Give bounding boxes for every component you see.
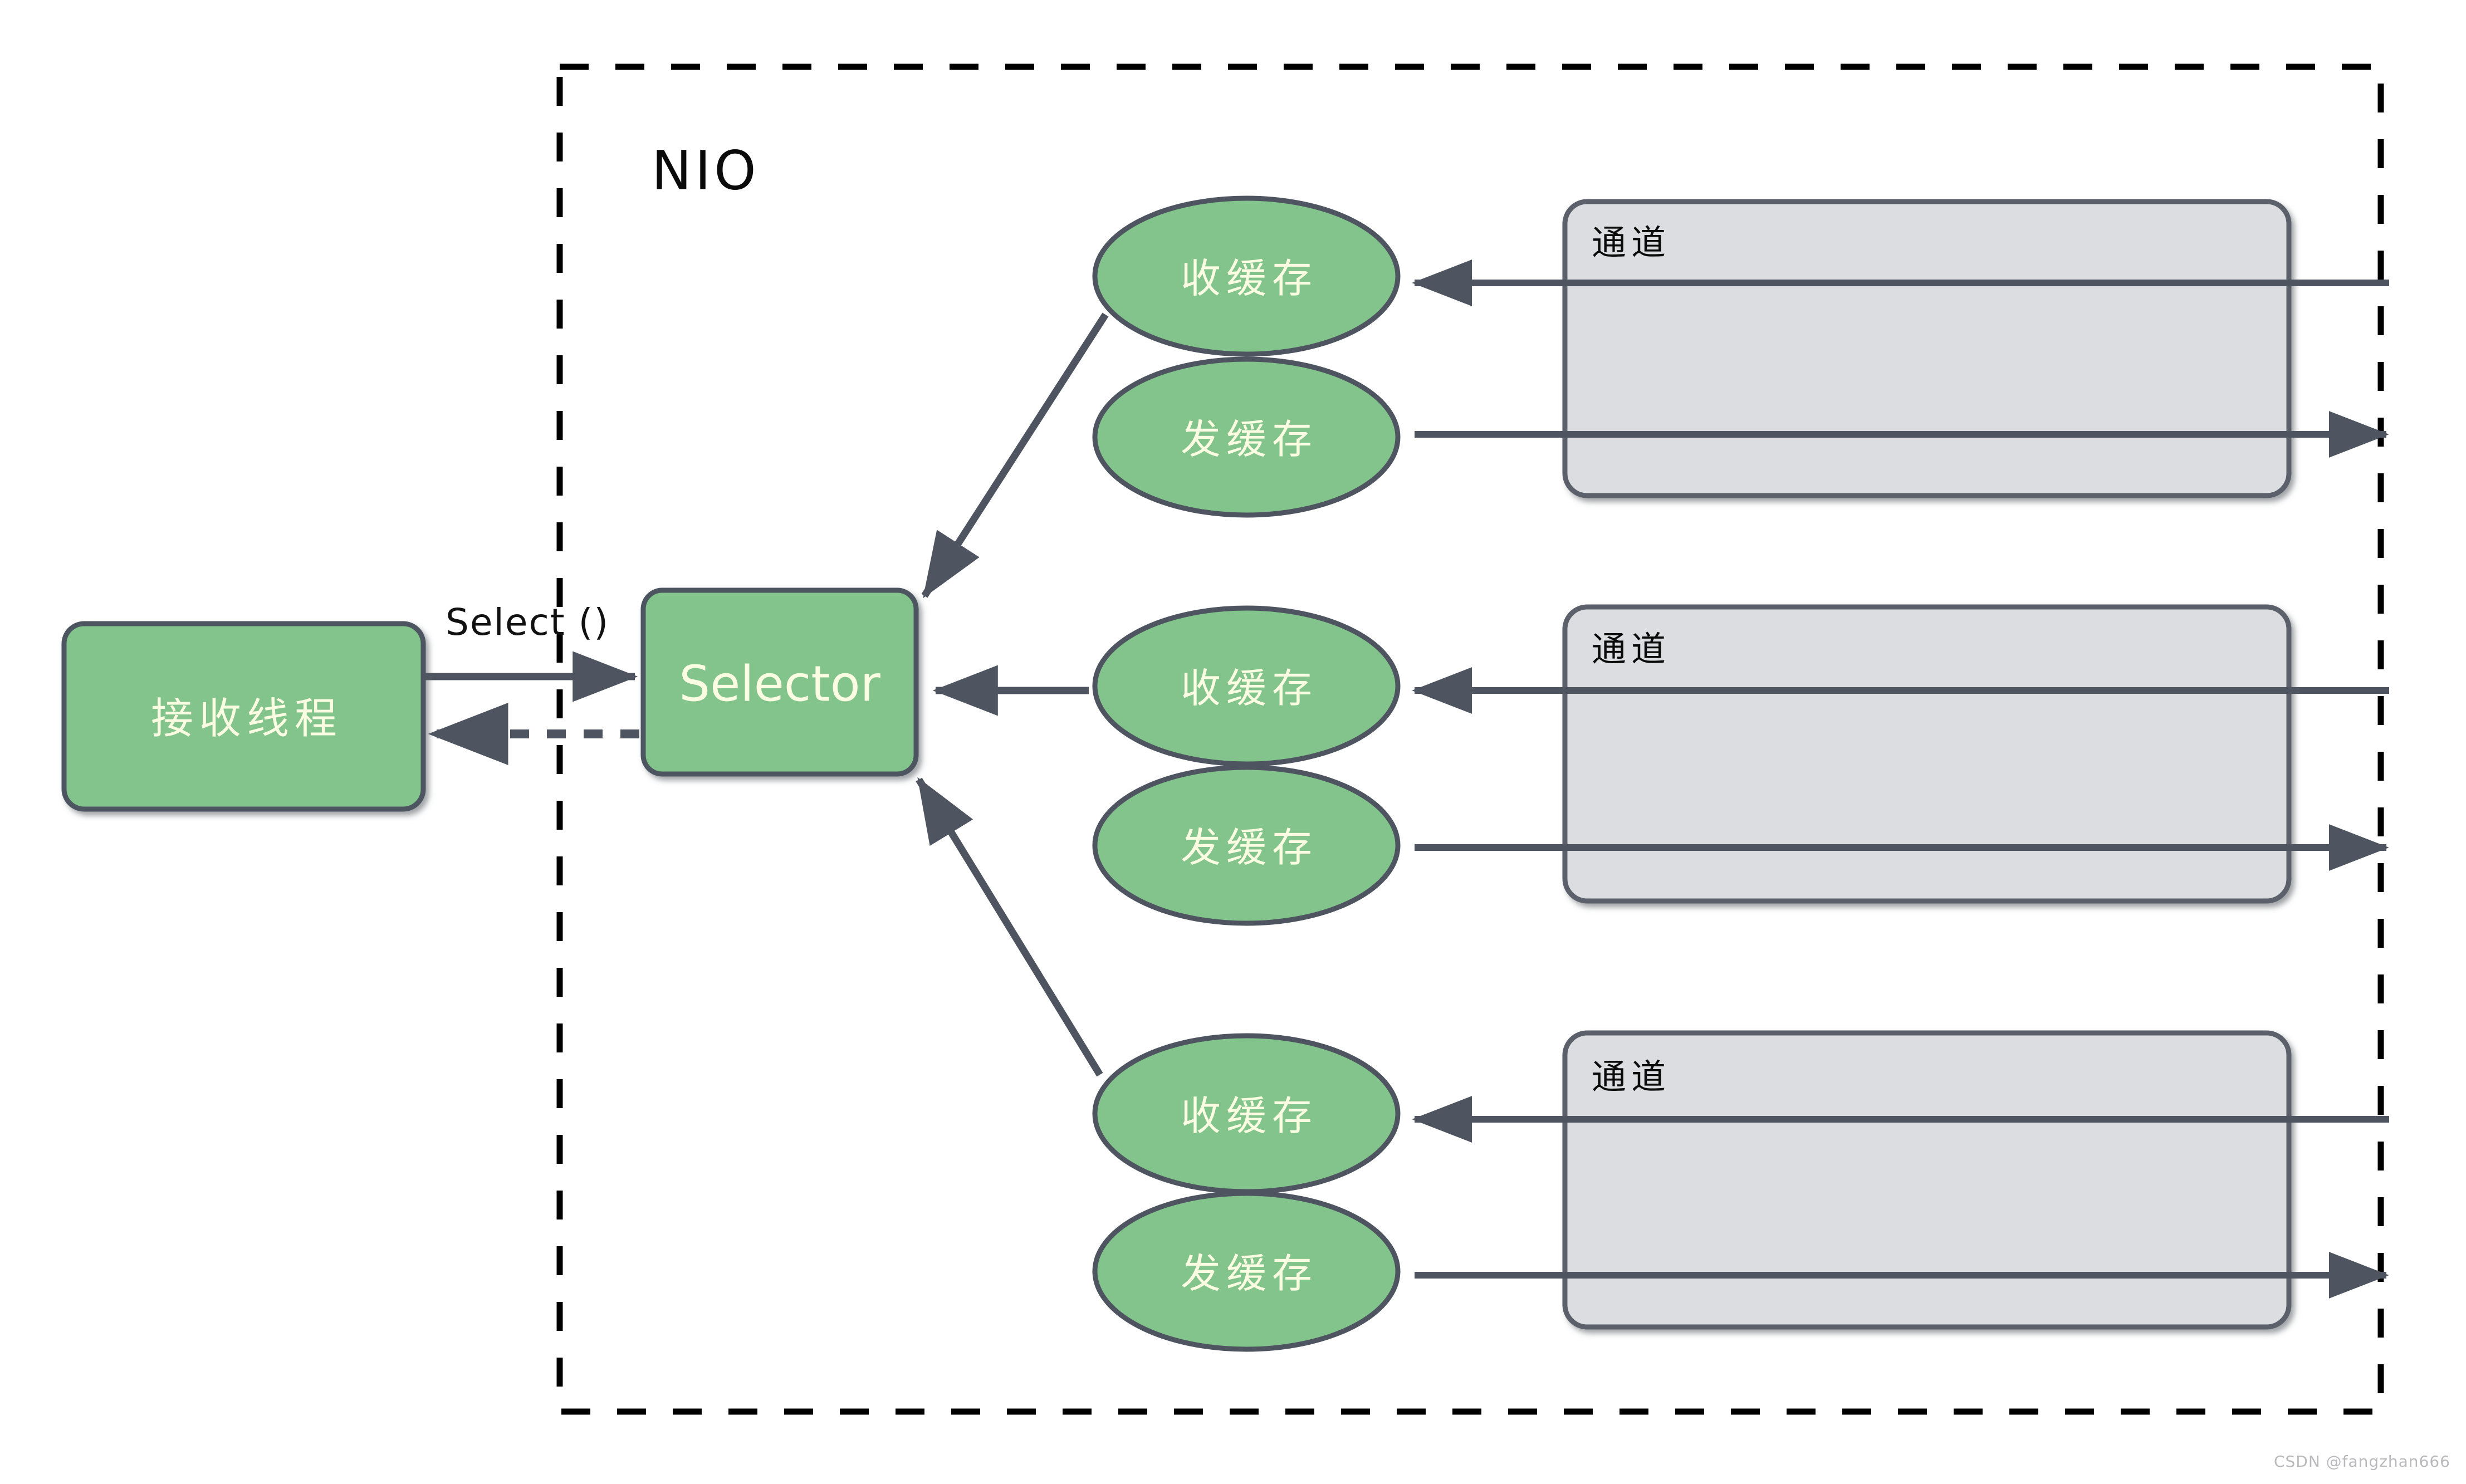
channel-box-1 <box>1562 199 2292 498</box>
edge-recv3-to-selector <box>916 777 1103 1077</box>
node-selector[interactable]: Selector <box>640 587 919 777</box>
selector-label: Selector <box>679 655 880 713</box>
nio-architecture-diagram: 接收线程 Selector 收缓存 发缓存 收缓存 发缓存 收缓存 发缓存 通道… <box>61 63 2389 1415</box>
node-thread[interactable]: 接收线程 <box>61 621 426 812</box>
channel-box-3 <box>1562 1030 2292 1330</box>
channel-label-3: 通道 <box>1592 1056 1671 1097</box>
diagram-canvas: 接收线程 Selector 收缓存 发缓存 收缓存 发缓存 收缓存 发缓存 通道… <box>0 0 2466 1484</box>
channel-label-1: 通道 <box>1592 222 1671 263</box>
nio-boundary-label: NIO <box>652 139 760 202</box>
node-send-buffer-2[interactable]: 发缓存 <box>1092 765 1401 926</box>
recv-buffer-1-label: 收缓存 <box>1181 255 1318 302</box>
send-buffer-3-label: 发缓存 <box>1181 1250 1318 1297</box>
thread-label: 接收线程 <box>151 694 342 743</box>
send-buffer-1-label: 发缓存 <box>1181 416 1318 463</box>
select-call-label: Select () <box>446 601 609 644</box>
node-recv-buffer-3[interactable]: 收缓存 <box>1092 1033 1401 1194</box>
watermark: CSDN @fangzhan666 <box>2273 1452 2450 1471</box>
node-recv-buffer-1[interactable]: 收缓存 <box>1092 195 1401 357</box>
recv-buffer-2-label: 收缓存 <box>1181 665 1318 712</box>
channel-box-2 <box>1562 604 2292 904</box>
send-buffer-2-label: 发缓存 <box>1181 824 1318 871</box>
node-recv-buffer-2[interactable]: 收缓存 <box>1092 605 1401 767</box>
recv-buffer-3-label: 收缓存 <box>1181 1093 1318 1139</box>
channel-label-2: 通道 <box>1592 629 1671 669</box>
node-send-buffer-1[interactable]: 发缓存 <box>1092 356 1401 518</box>
edge-recv1-to-selector <box>921 312 1109 599</box>
node-send-buffer-3[interactable]: 发缓存 <box>1092 1191 1401 1352</box>
